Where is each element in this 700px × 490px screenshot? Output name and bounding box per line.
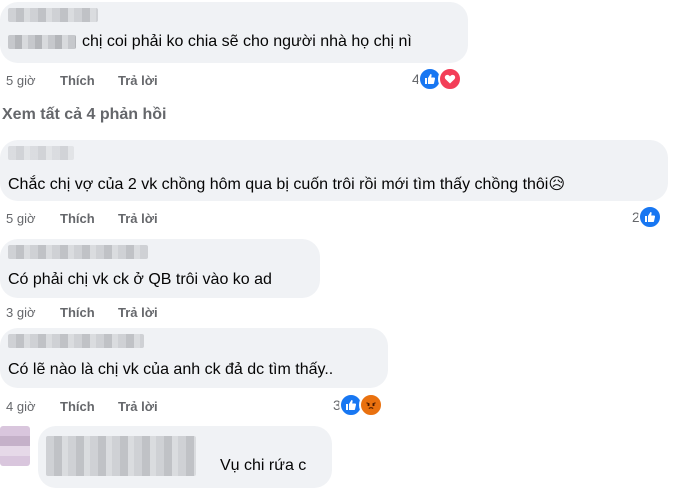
like-link[interactable]: Thích xyxy=(60,211,95,226)
avatar[interactable] xyxy=(0,426,30,466)
comment-actions: 4 giờ Thích Trả lời xyxy=(6,399,206,415)
reply-link[interactable]: Trả lời xyxy=(118,305,158,320)
comment-actions: 5 giờ Thích Trả lời xyxy=(6,211,206,227)
comment-bubble: Có lẽ nào là chị vk của anh ck đả dc tìm… xyxy=(0,328,388,388)
reply-link[interactable]: Trả lời xyxy=(118,211,158,226)
comment-time[interactable]: 3 giờ xyxy=(6,305,36,320)
like-link[interactable]: Thích xyxy=(60,73,95,88)
blurred-author-name[interactable] xyxy=(8,8,98,22)
comment-time[interactable]: 5 giờ xyxy=(6,211,36,226)
blurred-mention xyxy=(8,34,76,49)
see-all-replies-link[interactable]: Xem tất cả 4 phản hồi xyxy=(2,106,166,124)
love-icon xyxy=(437,67,462,91)
comment-text: Có phải chị vk ck ở QB trôi vào ko ad xyxy=(8,271,272,288)
reaction-summary[interactable]: 4 xyxy=(412,67,462,91)
like-link[interactable]: Thích xyxy=(60,305,95,320)
blurred-author-name[interactable] xyxy=(8,334,144,348)
comment-actions: 5 giờ Thích Trả lời xyxy=(6,73,206,89)
comment-time[interactable]: 5 giờ xyxy=(6,73,36,88)
comment-bubble: Vụ chi rứa c xyxy=(38,426,332,488)
comment-text: Vụ chi rứa c xyxy=(220,457,307,474)
comment-text: Có lẽ nào là chị vk của anh ck đả dc tìm… xyxy=(8,361,334,378)
reply-link[interactable]: Trả lời xyxy=(118,73,158,88)
comment-time[interactable]: 4 giờ xyxy=(6,399,36,414)
reply-link[interactable]: Trả lời xyxy=(118,399,158,414)
reaction-summary[interactable]: 3 xyxy=(333,393,383,417)
comment-actions: 3 giờ Thích Trả lời xyxy=(6,305,206,321)
comment-text: Chắc chị vợ của 2 vk chồng hôm qua bị cu… xyxy=(8,176,566,193)
comment-text: chị coi phải ko chia sẽ cho người nhà họ… xyxy=(8,33,412,51)
reaction-summary[interactable]: 2 xyxy=(632,205,662,229)
blurred-author-name[interactable] xyxy=(8,245,148,259)
like-link[interactable]: Thích xyxy=(60,399,95,414)
comment-bubble: Có phải chị vk ck ở QB trôi vào ko ad xyxy=(0,239,320,298)
comment-bubble: Chắc chị vợ của 2 vk chồng hôm qua bị cu… xyxy=(0,140,668,201)
like-icon xyxy=(637,205,662,229)
blurred-author-name[interactable] xyxy=(8,146,74,160)
angry-icon xyxy=(358,393,383,417)
comment-bubble: chị coi phải ko chia sẽ cho người nhà họ… xyxy=(0,2,468,63)
blurred-author-name[interactable] xyxy=(46,436,196,476)
